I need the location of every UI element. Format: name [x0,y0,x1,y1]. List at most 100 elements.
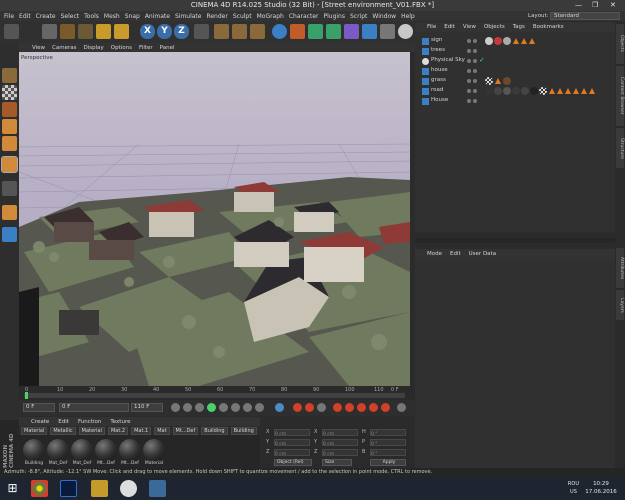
autokey-icon[interactable] [305,403,314,412]
render-dot[interactable] [473,69,477,73]
phong-tag-icon[interactable] [565,88,571,94]
points-mode-icon[interactable] [2,119,17,134]
visibility-dot[interactable] [467,69,471,73]
phong-tag-icon[interactable] [589,88,595,94]
point-level-key-icon[interactable] [381,403,390,412]
tab-content-browser[interactable]: Content Browser [616,66,624,126]
coordinate-system-icon[interactable] [194,24,209,39]
floor-icon[interactable] [362,24,377,39]
menu-animate[interactable]: Animate [145,13,170,20]
polygons-mode-icon[interactable] [1,156,18,173]
object-row-road[interactable]: road [415,86,615,96]
object-menu-tags[interactable]: Tags [513,24,525,30]
current-frame-field[interactable]: 0 F [59,403,129,412]
start-frame-field[interactable]: 0 F [23,403,55,412]
material-menu-create[interactable]: Create [31,419,49,425]
menu-snap[interactable]: Snap [125,13,140,20]
phong-tag-icon[interactable] [573,88,579,94]
material-filter[interactable]: Mt...Def [172,426,199,435]
tab-structure[interactable]: Structure [616,128,624,168]
menu-help[interactable]: Help [401,13,415,20]
move-key-icon[interactable] [275,403,284,412]
loop-icon[interactable] [255,403,264,412]
menu-simulate[interactable]: Simulate [175,13,202,20]
visibility-dot[interactable] [467,79,471,83]
rotation-h-field[interactable]: 0 ° [370,429,406,437]
render-picture-viewer-icon[interactable] [232,24,247,39]
object-row-grass[interactable]: grass [415,76,615,86]
material-tag-icon[interactable] [485,37,493,45]
menu-mograph[interactable]: MoGraph [257,13,284,20]
viewport-menu-options[interactable]: Options [111,45,132,51]
position-z-field[interactable]: 0 cm [274,449,310,457]
record-active-icon[interactable] [293,403,302,412]
material-tag-icon[interactable] [521,87,529,95]
rotation-p-field[interactable]: 0 ° [370,439,406,447]
language-indicator[interactable]: ROU US [568,480,579,496]
object-row-physical-sky[interactable]: Physical Sky ✓ [415,56,615,66]
render-dot[interactable] [473,49,477,53]
render-view-icon[interactable] [214,24,229,39]
menu-plugins[interactable]: Plugins [323,13,345,20]
visibility-dot[interactable] [467,49,471,53]
viewport-menu-cameras[interactable]: Cameras [52,45,76,51]
workplane-icon[interactable] [2,102,17,117]
phong-tag-icon[interactable] [513,38,519,44]
lock-workplane-icon[interactable] [2,227,17,242]
material-filter[interactable]: Building [230,426,257,435]
menu-render[interactable]: Render [206,13,227,20]
axis-mode-icon[interactable] [2,181,17,196]
material-menu-texture[interactable]: Texture [110,419,130,425]
material-filter[interactable]: Mat [154,426,170,435]
timeline[interactable]: 0 10 20 30 40 50 60 70 80 90 100 110 0 F [19,386,415,400]
timeline-options-icon[interactable] [397,403,406,412]
file-explorer-icon[interactable] [91,480,108,497]
menu-file[interactable]: File [4,13,14,20]
menu-window[interactable]: Window [372,13,396,20]
attribute-menu-user-data[interactable]: User Data [469,251,496,257]
material-swatch[interactable] [23,439,45,461]
material-filter[interactable]: Material [78,426,105,435]
scale-icon[interactable] [78,24,93,39]
rotate-icon[interactable] [96,24,111,39]
render-dot[interactable] [473,89,477,93]
maximize-button[interactable]: ❐ [592,1,598,9]
playhead[interactable] [25,392,28,399]
render-dot[interactable] [473,39,477,43]
viewport-menu-view[interactable]: View [32,45,45,51]
uvw-tag-icon[interactable] [485,77,493,85]
close-button[interactable]: ✕ [610,1,616,9]
menu-select[interactable]: Select [61,13,80,20]
material-filter[interactable]: Mat.1 [131,426,152,435]
object-menu-objects[interactable]: Objects [484,24,505,30]
menu-edit[interactable]: Edit [19,13,31,20]
uvw-tag-icon[interactable] [539,87,547,95]
snap-icon[interactable] [2,205,17,220]
menu-create[interactable]: Create [36,13,56,20]
tab-objects[interactable]: Objects [616,24,624,64]
object-menu-bookmarks[interactable]: Bookmarks [533,24,564,30]
viewport-menu-panel[interactable]: Panel [160,45,175,51]
rotation-b-field[interactable]: 0 ° [370,449,406,457]
material-menu-edit[interactable]: Edit [58,419,69,425]
previous-key-icon[interactable] [183,403,192,412]
subdivision-icon[interactable] [308,24,323,39]
position-x-field[interactable]: 0 cm [274,429,310,437]
coordinate-mode-select[interactable]: Object (Rel) [274,459,312,466]
material-tag-icon[interactable] [494,37,502,45]
enabled-check-icon[interactable]: ✓ [479,56,485,64]
material-tag-icon[interactable] [494,87,502,95]
object-row-house-2[interactable]: House [415,96,615,106]
make-editable-icon[interactable] [2,68,17,83]
visibility-dot[interactable] [467,39,471,43]
start-button-icon[interactable]: ⊞ [4,480,21,497]
material-swatch[interactable] [47,439,69,461]
next-frame-icon[interactable] [219,403,228,412]
menu-tools[interactable]: Tools [84,13,99,20]
material-filter[interactable]: Mat.2 [107,426,129,435]
visibility-dot[interactable] [467,89,471,93]
cube-icon[interactable] [272,24,287,39]
edges-mode-icon[interactable] [2,136,17,151]
parameter-key-icon[interactable] [369,403,378,412]
object-row-house[interactable]: house [415,66,615,76]
